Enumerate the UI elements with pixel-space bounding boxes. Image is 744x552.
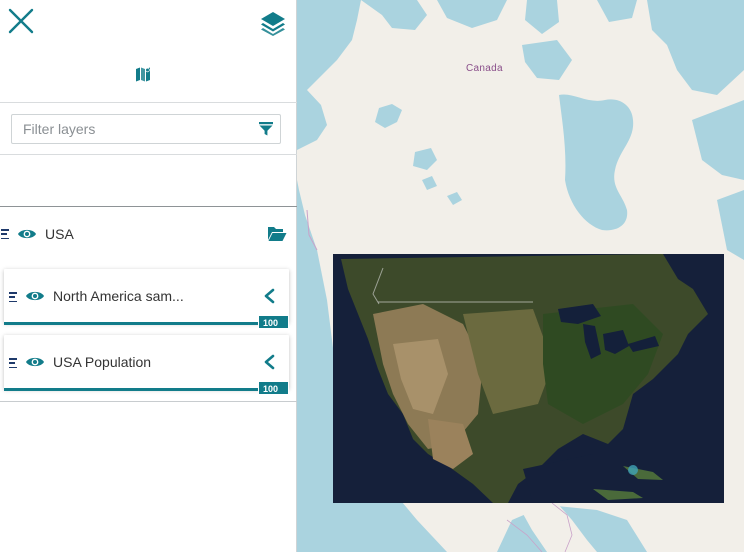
satellite-overlay [333, 254, 724, 503]
close-button[interactable] [6, 6, 36, 36]
filter-input[interactable] [12, 115, 252, 143]
chevron-left-icon[interactable] [262, 288, 276, 304]
folder-open-icon[interactable] [267, 225, 287, 242]
opacity-badge[interactable]: 100 % [258, 315, 289, 342]
opacity-badge[interactable]: 100 % [258, 381, 289, 408]
layer-name: USA Population [53, 354, 152, 370]
layer-item[interactable]: USA Population 100 % [4, 335, 289, 408]
map-catalog-icon [136, 67, 150, 82]
chevron-left-icon[interactable] [262, 354, 276, 370]
layers-icon [261, 12, 285, 36]
eye-icon[interactable] [17, 227, 37, 241]
layer-panel: USA North America sam... 100 % [0, 0, 297, 552]
filter-button[interactable] [252, 115, 280, 143]
drag-handle-icon[interactable] [1, 229, 9, 239]
map-country-label: Canada [466, 63, 503, 74]
divider [0, 401, 297, 402]
opacity-slider[interactable] [4, 388, 262, 391]
eye-icon[interactable] [25, 289, 45, 303]
drag-handle-icon[interactable] [9, 292, 17, 302]
group-title: USA [45, 226, 74, 242]
layers-button[interactable] [258, 9, 288, 37]
layer-item[interactable]: North America sam... 100 % [4, 269, 289, 342]
opacity-slider[interactable] [4, 322, 262, 325]
catalog-button[interactable] [133, 64, 153, 84]
divider [0, 154, 297, 155]
filter-icon [259, 122, 273, 136]
close-icon [8, 8, 34, 34]
drag-handle-icon[interactable] [9, 358, 17, 368]
app: USA North America sam... 100 % [0, 0, 744, 552]
layer-name: North America sam... [53, 288, 184, 304]
filter-box [11, 114, 281, 144]
eye-icon[interactable] [25, 355, 45, 369]
map-view[interactable]: Canada [297, 0, 744, 552]
divider [0, 206, 297, 207]
layer-group-usa[interactable]: USA [0, 220, 297, 248]
satellite-imagery [333, 254, 724, 503]
divider [0, 102, 297, 103]
